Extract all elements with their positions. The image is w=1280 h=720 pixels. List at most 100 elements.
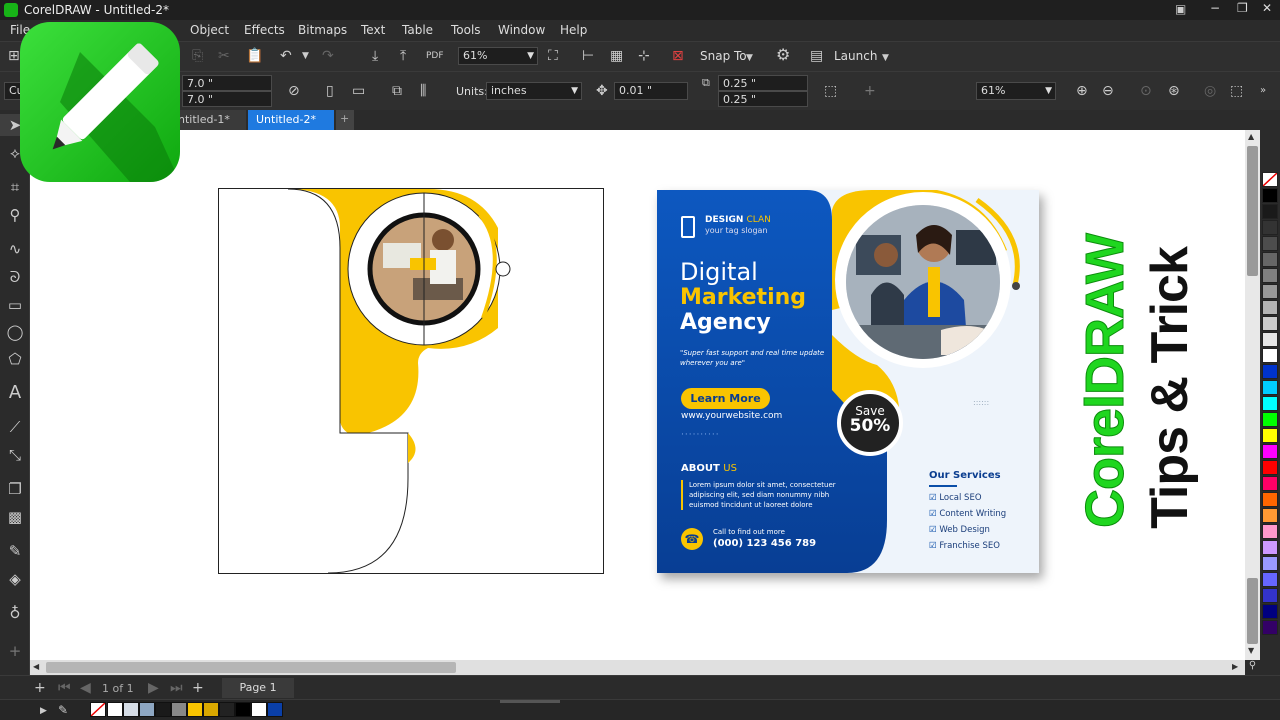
document-color-swatch[interactable] [203, 702, 219, 717]
ellipse-tool-icon[interactable]: ◯ [0, 321, 30, 343]
text-tool-icon[interactable]: A [0, 382, 30, 404]
freehand-tool-icon[interactable]: ∿ [0, 238, 30, 260]
new-tab-button[interactable]: + [336, 110, 354, 130]
tab-untitled-1[interactable]: ntitled-1* [170, 110, 246, 130]
palette-swatch[interactable] [1262, 492, 1278, 507]
all-pages-icon[interactable]: ⧉ [392, 84, 402, 98]
launch-icon[interactable]: ▤ [810, 49, 823, 63]
zoom-in-icon[interactable]: ⊕ [1076, 84, 1088, 98]
palette-swatch[interactable] [1262, 204, 1278, 219]
copy-icon[interactable]: ⎘ [192, 49, 203, 63]
scroll-left-icon[interactable]: ◀ [33, 662, 39, 671]
drawing-canvas[interactable]: DESIGN CLAN your tag slogan Digital Mark… [30, 130, 1245, 660]
palette-swatch[interactable] [1262, 316, 1278, 331]
palette-swatch[interactable] [1262, 396, 1278, 411]
units-dropdown[interactable]: inches ▼ [486, 82, 582, 100]
palette-swatch[interactable] [1262, 540, 1278, 555]
menu-object[interactable]: Object [190, 23, 229, 37]
duplicate-x-field[interactable]: 0.25 " [718, 75, 808, 91]
eyedropper-icon[interactable]: ✎ [0, 540, 30, 562]
palette-swatch[interactable] [1262, 620, 1278, 635]
interactive-fill-icon[interactable]: ◈ [0, 568, 30, 590]
guidelines-icon[interactable]: ⊹ [638, 49, 650, 63]
snap-to-button[interactable]: Snap To [700, 49, 747, 63]
show-rulers-icon[interactable]: ⊢ [582, 49, 594, 63]
document-color-swatch[interactable] [107, 702, 123, 717]
palette-swatch[interactable] [1262, 572, 1278, 587]
vertical-scrollbar[interactable]: ▲ ▼ [1245, 130, 1260, 660]
redo-icon[interactable]: ↷ [322, 49, 334, 63]
document-color-swatch[interactable] [171, 702, 187, 717]
parallel-dimension-icon[interactable]: ⟋ [0, 416, 30, 438]
cut-icon[interactable]: ✂ [218, 49, 230, 63]
restore-button[interactable]: ❐ [1237, 1, 1248, 15]
first-page-icon[interactable]: ⏮ [58, 681, 71, 695]
menu-effects[interactable]: Effects [244, 23, 285, 37]
crop-tool-icon[interactable]: ⌗ [0, 176, 30, 198]
document-color-swatch[interactable] [267, 702, 283, 717]
palette-swatch[interactable] [1262, 476, 1278, 491]
flyer-design[interactable]: DESIGN CLAN your tag slogan Digital Mark… [657, 190, 1039, 573]
close-button[interactable]: ✕ [1262, 1, 1272, 15]
scroll-up-icon[interactable]: ▲ [1248, 132, 1254, 141]
horizontal-scrollbar[interactable]: ◀ ▶ [30, 660, 1245, 675]
treat-as-filled-icon[interactable]: ⬚ [824, 84, 837, 98]
landscape-icon[interactable]: ▭ [352, 84, 365, 98]
add-tool-icon[interactable]: + [0, 640, 30, 662]
zoom-out-icon[interactable]: ⊖ [1102, 84, 1114, 98]
no-color-swatch[interactable] [90, 702, 106, 717]
minimize-button[interactable]: − [1210, 1, 1220, 15]
zoom-all-icon[interactable]: ⊛ [1168, 84, 1180, 98]
palette-expand-icon[interactable]: ▶ [40, 704, 47, 718]
palette-swatch[interactable] [1262, 364, 1278, 379]
palette-swatch[interactable] [1262, 460, 1278, 475]
new-document-icon[interactable]: ⊞ [8, 49, 20, 63]
palette-swatch[interactable] [1262, 172, 1278, 187]
lock-ratio-icon[interactable]: ⊘ [288, 84, 300, 98]
palette-swatch[interactable] [1262, 588, 1278, 603]
palette-swatch[interactable] [1262, 348, 1278, 363]
scroll-corner-zoom-icon[interactable]: ⚲ [1245, 660, 1260, 675]
gear-icon[interactable]: ⚙ [776, 47, 790, 63]
import-icon[interactable]: ⤓ [372, 49, 378, 63]
notification-icon[interactable]: ▣ [1175, 2, 1186, 16]
snap-off-icon[interactable]: ⊠ [672, 49, 684, 63]
drop-shadow-icon[interactable]: ❐ [0, 478, 30, 500]
launch-dropdown-icon[interactable]: ▼ [882, 51, 889, 65]
palette-swatch[interactable] [1262, 428, 1278, 443]
palette-swatch[interactable] [1262, 412, 1278, 427]
menu-bitmaps[interactable]: Bitmaps [298, 23, 347, 37]
artistic-media-icon[interactable]: ᘐ [0, 266, 30, 288]
pdf-icon[interactable]: PDF [426, 49, 444, 63]
learn-more-button[interactable]: Learn More [681, 388, 770, 409]
palette-swatch[interactable] [1262, 604, 1278, 619]
zoom-field-secondary[interactable]: 61% ▼ [976, 82, 1056, 100]
palette-swatch[interactable] [1262, 380, 1278, 395]
undo-icon[interactable]: ↶ [280, 49, 292, 63]
page-width-field[interactable]: 7.0 " [182, 75, 272, 91]
more-icon[interactable]: » [1260, 84, 1266, 98]
next-page-icon[interactable]: ▶ [148, 681, 159, 695]
zoom-selected-icon[interactable]: ⊙ [1140, 84, 1152, 98]
horizontal-scroll-thumb[interactable] [46, 662, 456, 673]
zoom-page-icon[interactable]: ◎ [1204, 84, 1216, 98]
menu-table[interactable]: Table [402, 23, 433, 37]
nudge-distance-field[interactable]: 0.01 " [614, 82, 688, 100]
smart-fill-icon[interactable]: ♁ [0, 602, 30, 624]
tab-untitled-2[interactable]: Untitled-2* [248, 110, 334, 130]
portrait-icon[interactable]: ▯ [326, 84, 334, 98]
undo-dropdown-icon[interactable]: ▼ [302, 49, 309, 63]
current-page-icon[interactable]: ⫼ [420, 84, 426, 98]
document-color-swatch[interactable] [251, 702, 267, 717]
prev-page-icon[interactable]: ◀ [80, 681, 91, 695]
menu-help[interactable]: Help [560, 23, 587, 37]
palette-swatch[interactable] [1262, 508, 1278, 523]
eyedropper-small-icon[interactable]: ✎ [58, 703, 68, 717]
launch-button[interactable]: Launch [834, 49, 877, 63]
page-height-field[interactable]: 7.0 " [182, 91, 272, 107]
export-icon[interactable]: ⤒ [400, 49, 406, 63]
palette-swatch[interactable] [1262, 524, 1278, 539]
document-color-swatch[interactable] [155, 702, 171, 717]
add-page-after-icon[interactable]: + [192, 681, 204, 695]
palette-swatch[interactable] [1262, 188, 1278, 203]
